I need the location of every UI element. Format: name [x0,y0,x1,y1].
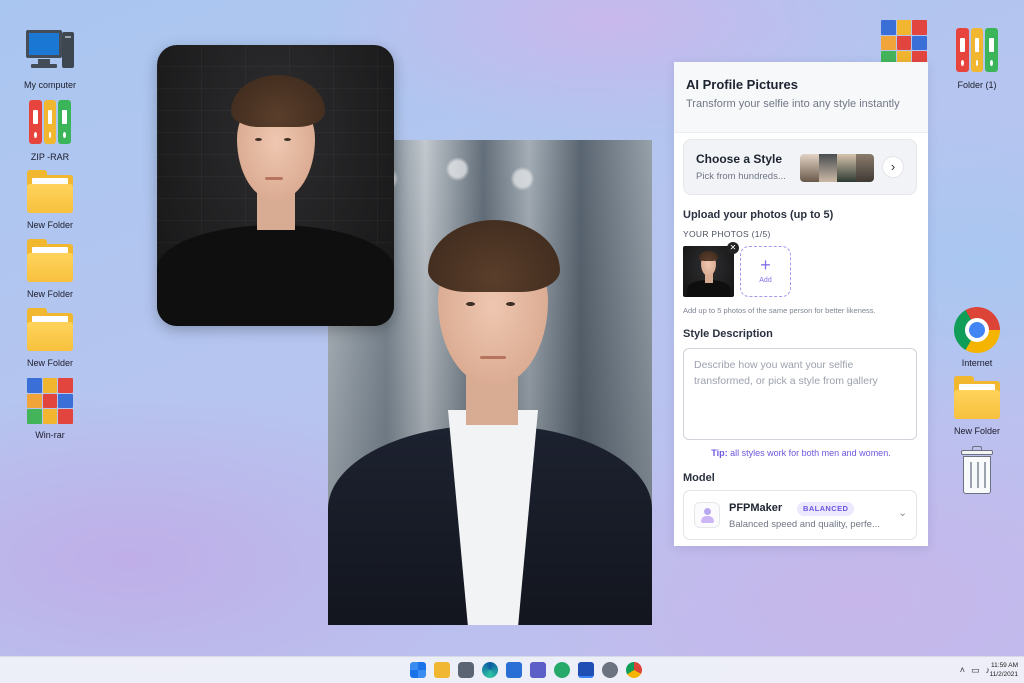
panel-title: AI Profile Pictures [686,77,798,92]
desktop-icon-label: ZIP -RAR [30,152,70,162]
tip-text: Tip: all styles work for both men and wo… [674,448,928,458]
recycle-bin-icon [951,444,1003,496]
chevron-up-icon[interactable]: ˄ [960,665,965,676]
chevron-down-icon[interactable]: ⌄ [898,506,907,519]
camera-icon[interactable] [458,662,474,678]
model-description: Balanced speed and quality, perfe... [729,519,880,530]
panel-subtitle: Transform your selfie into any style ins… [686,98,900,110]
desktop-icon-zip-rar[interactable]: ZIP -RAR [12,98,88,163]
tip-body: all styles work for both men and women. [727,448,891,458]
model-avatar-icon [694,502,720,528]
taskbar: ˄ ▭ ♪ 11:59 AM 11/2/2021 [0,656,1024,683]
desktop-icon-folder-1[interactable]: Folder (1) [939,26,1015,91]
zip-rar-icon [24,98,76,150]
folder-icon [24,235,76,287]
model-name: PFPMaker [729,502,783,514]
desktop-icon-label: Folder (1) [957,80,997,90]
model-select[interactable]: PFPMaker BALANCED Balanced speed and qua… [683,490,917,540]
desktop-icon-label: New Folder [953,426,1000,436]
maps-icon[interactable] [554,662,570,678]
tip-prefix: Tip: [711,448,728,458]
upload-heading: Upload your photos (up to 5) [683,209,834,221]
settings-icon[interactable] [602,662,618,678]
style-preview-thumbnails [800,154,874,182]
ai-profile-pictures-panel: AI Profile Pictures Transform your selfi… [674,62,928,546]
your-photos-count: YOUR PHOTOS (1/5) [683,229,771,239]
model-badge: BALANCED [797,502,855,516]
chevron-right-icon[interactable]: › [882,156,904,178]
desktop-icon-label: Win-rar [35,430,65,440]
desktop-icon-internet[interactable]: Internet [939,304,1015,369]
remove-photo-icon[interactable]: ✕ [727,242,739,254]
desktop-icon-new-folder-1[interactable]: New Folder [12,166,88,231]
computer-icon [24,26,76,78]
add-photo-label: Add [759,277,772,284]
uploaded-photo-thumbnail[interactable] [683,246,734,297]
choose-style-card[interactable]: Choose a Style Pick from hundreds... › [683,139,917,195]
teams-icon[interactable] [530,662,546,678]
desktop-icon-new-folder-3[interactable]: New Folder [12,304,88,369]
system-tray[interactable]: ˄ ▭ ♪ [960,665,990,676]
desktop-icon-my-computer[interactable]: My computer [12,26,88,91]
desktop-icon-new-folder-2[interactable]: New Folder [12,235,88,300]
clock-time: 11:59 AM [991,662,1018,669]
folder-icon [24,166,76,218]
desktop-icon-label: New Folder [26,358,73,368]
folder-icon [24,304,76,356]
desktop-icon-new-folder-right[interactable]: New Folder [939,372,1015,437]
app-icon[interactable] [578,662,594,678]
desktop-icon-label: My computer [23,80,76,90]
plus-icon: + [760,255,771,275]
folder-icon [951,372,1003,424]
desktop-icon-winrar[interactable]: Win-rar [12,376,88,441]
desktop-icon-label: New Folder [26,289,73,299]
desktop-icon-label: New Folder [26,220,73,230]
windows-start-icon[interactable] [410,662,426,678]
winrar-icon [24,376,76,428]
binder-folder-icon [951,26,1003,78]
chrome-icon [951,304,1003,356]
clock-date: 11/2/2021 [989,671,1018,678]
upload-hint: Add up to 5 photos of the same person fo… [683,306,876,315]
store-icon[interactable] [506,662,522,678]
original-selfie-image [157,45,394,326]
edge-icon[interactable] [482,662,498,678]
chrome-icon[interactable] [626,662,642,678]
panel-header: AI Profile Pictures Transform your selfi… [674,62,928,133]
taskbar-clock[interactable]: 11:59 AM 11/2/2021 [990,661,1018,679]
add-photo-button[interactable]: + Add [740,246,791,297]
style-description-heading: Style Description [683,328,773,340]
desktop-icon-recycle-bin[interactable] [939,444,1015,496]
model-heading: Model [683,472,715,484]
file-explorer-icon[interactable] [434,662,450,678]
network-icon[interactable]: ▭ [971,665,980,676]
style-description-textarea[interactable]: Describe how you want your selfie transf… [683,348,917,440]
desktop-icon-label: Internet [961,358,993,368]
